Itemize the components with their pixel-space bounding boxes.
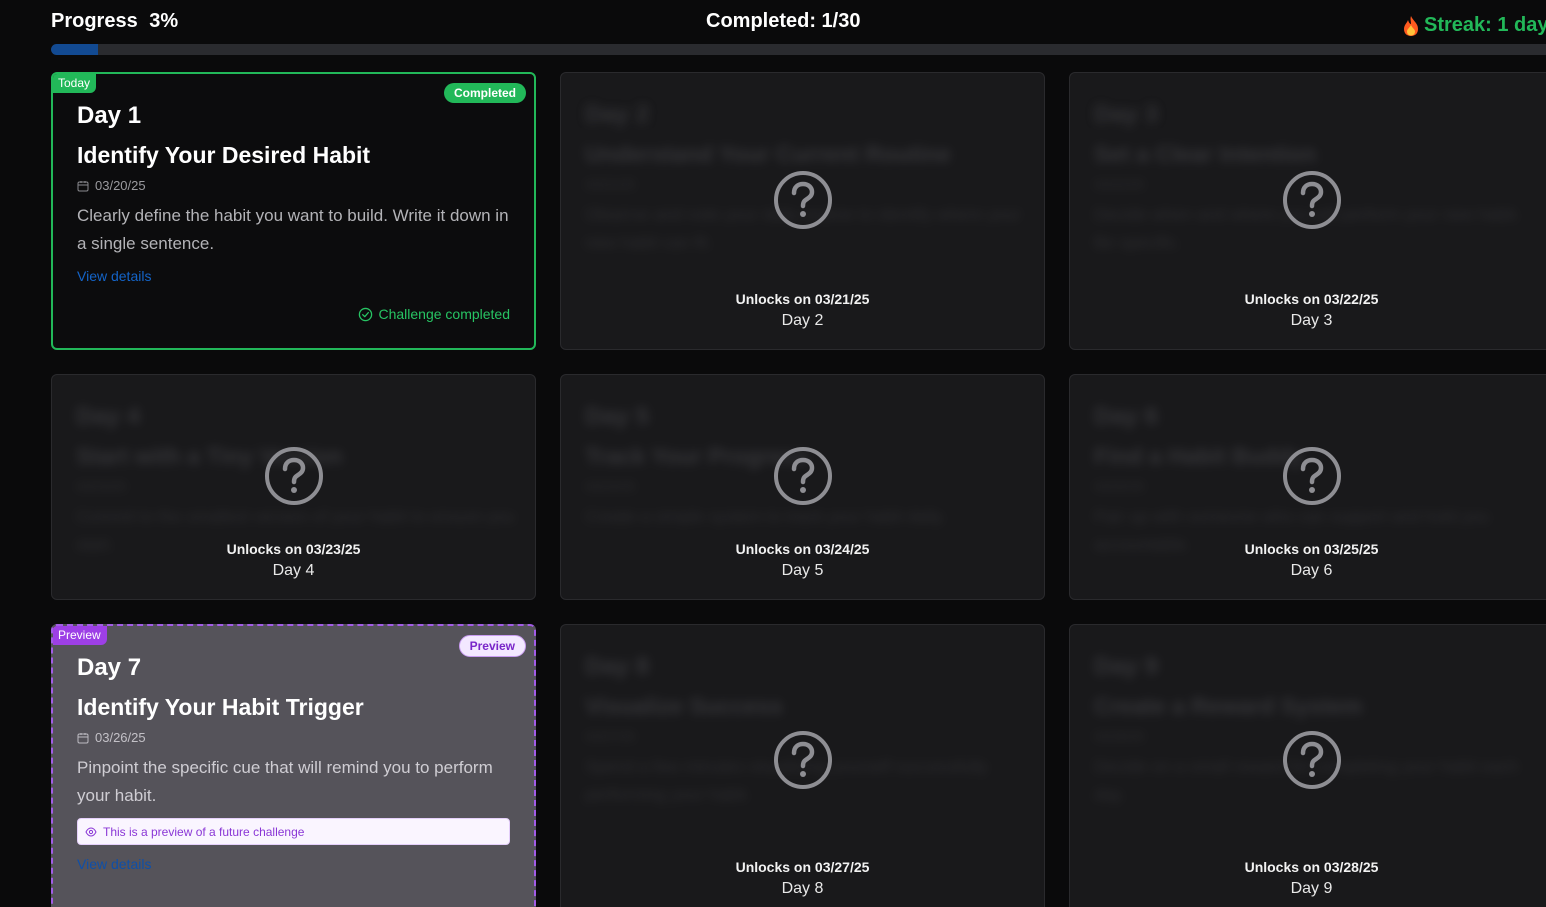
progress-bar xyxy=(51,44,1546,55)
unlock-date: Unlocks on 03/28/25 xyxy=(1244,859,1379,875)
blurred-title: Visualize Success xyxy=(585,693,783,719)
blurred-day: Day 9 xyxy=(1094,653,1159,680)
calendar-icon xyxy=(77,180,89,191)
completed-badge: Completed xyxy=(443,83,526,103)
progress-label: Progress 3% xyxy=(51,10,178,33)
unlock-date: Unlocks on 03/21/25 xyxy=(735,291,870,307)
question-mark-icon xyxy=(1282,731,1341,789)
completed-count: Completed: 1/30 xyxy=(706,10,861,32)
today-tag: Today xyxy=(53,74,97,93)
progress-percent: 3% xyxy=(149,10,179,32)
card-date-text: 03/20/25 xyxy=(95,178,146,193)
view-details-link[interactable]: View details xyxy=(77,268,151,284)
blurred-title: Understand Your Current Routine xyxy=(585,141,951,167)
question-mark-icon xyxy=(1282,171,1341,229)
blurred-day: Day 5 xyxy=(585,403,650,430)
blurred-date: 03/21/25 xyxy=(585,177,636,192)
streak-indicator: Streak: 1 day xyxy=(1402,14,1546,37)
unlock-date: Unlocks on 03/27/25 xyxy=(735,859,870,875)
challenge-card-day-8[interactable]: Day 8 Visualize Success 03/27/25 Spend a… xyxy=(560,624,1045,907)
progress-title: Progress xyxy=(51,10,138,32)
blurred-day: Day 8 xyxy=(585,653,650,680)
unlock-date: Unlocks on 03/25/25 xyxy=(1244,541,1379,557)
preview-badge: Preview xyxy=(458,635,526,657)
streak-label: Streak: 1 day xyxy=(1424,14,1546,36)
card-date-text: 03/26/25 xyxy=(95,730,146,745)
view-details-link[interactable]: View details xyxy=(77,856,151,872)
challenge-card-day-9[interactable]: Day 9 Create a Reward System 03/28/25 De… xyxy=(1069,624,1546,907)
unlock-day-label: Day 2 xyxy=(781,312,824,329)
question-mark-icon xyxy=(1282,447,1341,505)
challenge-card-day-4[interactable]: Day 4 Start with a Tiny Version 03/23/25… xyxy=(51,374,536,600)
preview-notice: This is a preview of a future challenge xyxy=(77,818,510,845)
challenge-card-day-2[interactable]: Day 2 Understand Your Current Routine 03… xyxy=(560,72,1045,350)
card-date: 03/26/25 xyxy=(77,730,146,745)
flame-icon xyxy=(1404,15,1418,36)
blurred-title: Set a Clear Intention xyxy=(1094,141,1317,167)
check-circle-icon xyxy=(359,307,373,321)
unlock-day-label: Day 9 xyxy=(1290,880,1333,897)
blurred-date: 03/28/25 xyxy=(1094,729,1145,744)
blurred-date: 03/22/25 xyxy=(1094,177,1145,192)
unlock-date: Unlocks on 03/23/25 xyxy=(226,541,361,557)
challenge-completed-status: Challenge completed xyxy=(358,306,510,322)
challenge-card-day-5[interactable]: Day 5 Track Your Progress 03/24/25 Creat… xyxy=(560,374,1045,600)
card-title: Identify Your Desired Habit xyxy=(77,142,371,168)
blurred-day: Day 2 xyxy=(585,101,650,128)
unlock-date: Unlocks on 03/22/25 xyxy=(1244,291,1379,307)
question-mark-icon xyxy=(773,447,832,505)
blurred-date: 03/23/25 xyxy=(76,479,127,494)
challenge-card-day-1[interactable]: Today Completed Day 1 Identify Your Desi… xyxy=(51,72,536,350)
unlock-day-label: Day 5 xyxy=(781,562,824,579)
eye-icon xyxy=(85,826,97,837)
card-description: Clearly define the habit you want to bui… xyxy=(77,206,509,253)
blurred-day: Day 6 xyxy=(1094,403,1159,430)
challenge-card-day-7[interactable]: Preview Preview Day 7 Identify Your Habi… xyxy=(51,624,536,907)
blurred-day: Day 4 xyxy=(76,403,141,430)
progress-bar-fill xyxy=(51,44,98,55)
card-date: 03/20/25 xyxy=(77,178,146,193)
blurred-description: Create a simple system to track your hab… xyxy=(585,507,946,526)
card-day: Day 1 xyxy=(77,102,142,129)
blurred-date: 03/25/25 xyxy=(1094,479,1145,494)
blurred-day: Day 3 xyxy=(1094,101,1159,128)
unlock-date: Unlocks on 03/24/25 xyxy=(735,541,870,557)
challenge-card-day-3[interactable]: Day 3 Set a Clear Intention 03/22/25 Dec… xyxy=(1069,72,1546,350)
unlock-day-label: Day 8 xyxy=(781,880,824,897)
preview-tag: Preview xyxy=(53,626,107,645)
unlock-day-label: Day 4 xyxy=(272,562,315,579)
question-mark-icon xyxy=(264,447,323,505)
blurred-date: 03/27/25 xyxy=(585,729,636,744)
blurred-date: 03/24/25 xyxy=(585,479,636,494)
unlock-day-label: Day 3 xyxy=(1290,312,1333,329)
card-description: Pinpoint the specific cue that will remi… xyxy=(77,758,493,805)
challenge-page: Progress 3% Completed: 1/30 Streak: 1 da… xyxy=(0,0,1546,907)
preview-notice-text: This is a preview of a future challenge xyxy=(103,824,305,839)
blurred-title: Find a Habit Buddy xyxy=(1094,443,1304,469)
status-text: Challenge completed xyxy=(378,306,510,322)
blurred-title: Create a Reward System xyxy=(1094,693,1363,719)
unlock-day-label: Day 6 xyxy=(1290,562,1333,579)
question-mark-icon xyxy=(773,731,832,789)
question-mark-icon xyxy=(773,171,832,229)
calendar-icon xyxy=(77,732,89,743)
card-day: Day 7 xyxy=(77,654,142,681)
challenge-card-day-6[interactable]: Day 6 Find a Habit Buddy 03/25/25 Pair u… xyxy=(1069,374,1546,600)
card-title: Identify Your Habit Trigger xyxy=(77,694,364,720)
